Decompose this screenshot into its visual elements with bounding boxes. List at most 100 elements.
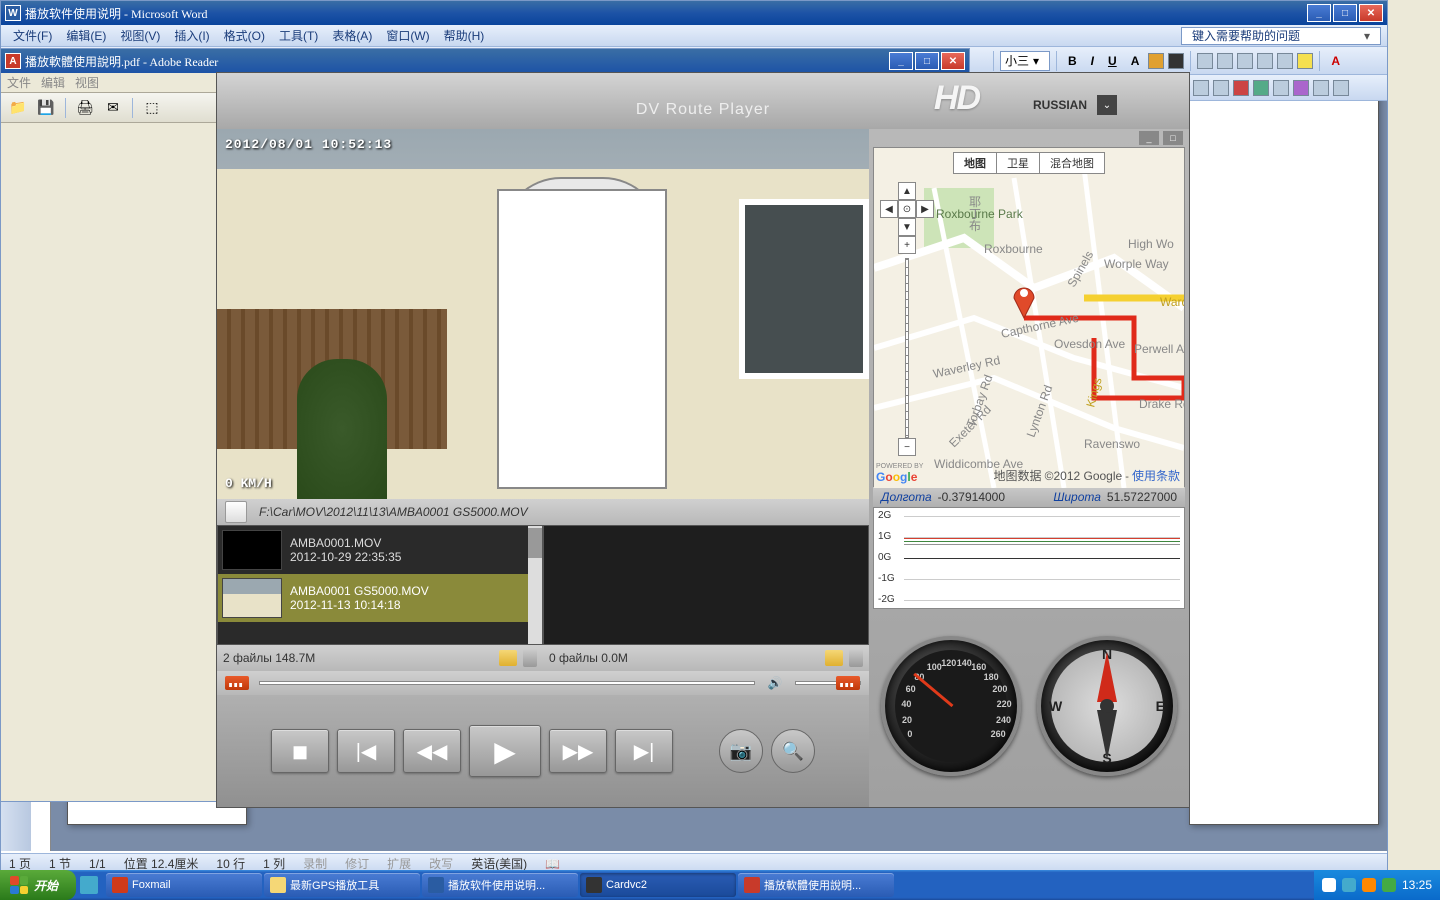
tray-icon[interactable] xyxy=(1362,878,1376,892)
zoom-slider[interactable] xyxy=(905,258,909,438)
tool-icon[interactable] xyxy=(1273,80,1289,96)
tool-icon[interactable] xyxy=(1213,80,1229,96)
pan-right-button[interactable]: ▶ xyxy=(916,200,934,218)
map-view[interactable]: 地图 卫星 混合地图 ▲ ◀ ⊙ ▶ ▼ + − xyxy=(873,147,1185,487)
word-page-right[interactable] xyxy=(1189,85,1379,825)
page-nav-icon[interactable]: ⬚ xyxy=(141,97,163,119)
delete-icon[interactable] xyxy=(849,649,863,667)
print-icon[interactable]: 🖨 xyxy=(74,97,96,119)
play-button[interactable]: ▶ xyxy=(469,725,541,777)
menu-table[interactable]: 表格(A) xyxy=(326,25,378,46)
font-color-button[interactable]: A xyxy=(1326,51,1345,71)
stop-button[interactable]: ◼ xyxy=(271,729,329,773)
rewind-button[interactable]: ◀◀ xyxy=(403,729,461,773)
align-button[interactable]: A xyxy=(1126,51,1145,71)
open-icon[interactable]: 📁 xyxy=(7,97,29,119)
target-file-list[interactable] xyxy=(543,525,869,645)
zoom-out-button[interactable]: − xyxy=(898,438,916,456)
snapshot-button[interactable]: 📷 xyxy=(719,729,763,773)
map-tab-map[interactable]: 地图 xyxy=(954,153,997,173)
close-button[interactable]: ✕ xyxy=(941,52,965,70)
tool-icon[interactable] xyxy=(1293,80,1309,96)
adobe-titlebar[interactable]: A 播放軟體使用說明.pdf - Adobe Reader _ □ ✕ xyxy=(1,49,969,73)
start-button[interactable]: 开始 xyxy=(0,870,76,900)
decrease-indent-icon[interactable] xyxy=(1257,53,1273,69)
map-tab-satellite[interactable]: 卫星 xyxy=(997,153,1040,173)
numbered-list-icon[interactable] xyxy=(1217,53,1233,69)
scrollbar[interactable] xyxy=(528,526,542,644)
status-book-icon[interactable]: 📖 xyxy=(545,857,560,871)
taskbar-task[interactable]: Foxmail xyxy=(106,873,262,897)
open-folder-icon[interactable] xyxy=(825,650,843,666)
tool-icon[interactable] xyxy=(1313,80,1329,96)
tray-icon[interactable] xyxy=(1382,878,1396,892)
language-dropdown-icon[interactable]: ⌄ xyxy=(1097,95,1117,115)
close-button[interactable]: ✕ xyxy=(1359,4,1383,22)
terms-link[interactable]: 使用条款 xyxy=(1132,469,1180,483)
bold-button[interactable]: B xyxy=(1063,51,1082,71)
taskbar-task[interactable]: Cardvc2 xyxy=(580,873,736,897)
panel-minimize-button[interactable]: _ xyxy=(1139,131,1159,145)
help-search-box[interactable]: 键入需要帮助的问题▾ xyxy=(1181,27,1381,45)
taskbar-task[interactable]: 播放软件使用说明... xyxy=(422,873,578,897)
delete-icon[interactable] xyxy=(523,649,537,667)
menu-view[interactable]: 视图(V) xyxy=(114,25,166,46)
menu-tools[interactable]: 工具(T) xyxy=(273,25,324,46)
fast-forward-button[interactable]: ▶▶ xyxy=(549,729,607,773)
menu-file[interactable]: 文件(F) xyxy=(7,25,58,46)
file-list-item[interactable]: AMBA0001.MOV 2012-10-29 22:35:35 xyxy=(218,526,542,574)
maximize-button[interactable]: □ xyxy=(1333,4,1357,22)
bullet-list-icon[interactable] xyxy=(1237,53,1253,69)
prev-track-button[interactable]: |◀ xyxy=(337,729,395,773)
map-tab-hybrid[interactable]: 混合地图 xyxy=(1040,153,1104,173)
next-track-button[interactable]: ▶| xyxy=(615,729,673,773)
menu-insert[interactable]: 插入(I) xyxy=(168,25,215,46)
adobe-menu-file[interactable]: 文件 xyxy=(7,74,31,91)
maximize-button[interactable]: □ xyxy=(915,52,939,70)
tool-icon[interactable] xyxy=(1253,80,1269,96)
volume-track[interactable]: ∎∎∎ xyxy=(795,681,861,685)
language-selector[interactable]: RUSSIAN ⌄ xyxy=(1033,95,1117,115)
char-border-icon[interactable] xyxy=(1148,53,1164,69)
speaker-icon[interactable]: 🔊 xyxy=(765,675,785,691)
source-file-list[interactable]: AMBA0001.MOV 2012-10-29 22:35:35 AMBA000… xyxy=(217,525,543,645)
word-titlebar[interactable]: W 播放软件使用说明 - Microsoft Word _ □ ✕ xyxy=(1,1,1387,25)
taskbar-task[interactable]: 最新GPS播放工具 xyxy=(264,873,420,897)
taskbar-task[interactable]: 播放軟體使用說明... xyxy=(738,873,894,897)
adobe-menu-edit[interactable]: 编辑 xyxy=(41,74,65,91)
volume-marker[interactable]: ∎∎∎ xyxy=(836,676,860,690)
open-folder-icon[interactable] xyxy=(499,650,517,666)
video-player[interactable]: 2012/08/01 10:52:13 0 KM/H xyxy=(217,129,869,499)
adobe-menu-view[interactable]: 视图 xyxy=(75,74,99,91)
pan-left-button[interactable]: ◀ xyxy=(880,200,898,218)
tool-icon[interactable] xyxy=(1233,80,1249,96)
underline-button[interactable]: U xyxy=(1103,51,1122,71)
font-size-dropdown[interactable]: 小三▾ xyxy=(1000,51,1050,71)
seek-position-marker[interactable]: ∎∎∎ xyxy=(225,676,249,690)
file-list-item[interactable]: AMBA0001 GS5000.MOV 2012-11-13 10:14:18 xyxy=(218,574,542,622)
panel-restore-button[interactable]: □ xyxy=(1163,131,1183,145)
menu-window[interactable]: 窗口(W) xyxy=(380,25,435,46)
highlight-icon[interactable] xyxy=(1297,53,1313,69)
save-icon[interactable]: 💾 xyxy=(35,97,57,119)
minimize-button[interactable]: _ xyxy=(1307,4,1331,22)
pan-home-button[interactable]: ⊙ xyxy=(898,200,916,218)
tray-icon[interactable] xyxy=(1322,878,1336,892)
tray-icon[interactable] xyxy=(1342,878,1356,892)
quick-launch-icon[interactable] xyxy=(80,876,98,894)
menu-format[interactable]: 格式(O) xyxy=(218,25,271,46)
zoom-in-button[interactable]: + xyxy=(898,236,916,254)
menu-edit[interactable]: 编辑(E) xyxy=(60,25,112,46)
pan-up-button[interactable]: ▲ xyxy=(898,182,916,200)
pan-down-button[interactable]: ▼ xyxy=(898,218,916,236)
tool-icon[interactable] xyxy=(1333,80,1349,96)
italic-button[interactable]: I xyxy=(1086,51,1099,71)
increase-indent-icon[interactable] xyxy=(1277,53,1293,69)
tray-clock[interactable]: 13:25 xyxy=(1402,878,1432,892)
tool-icon[interactable] xyxy=(1193,80,1209,96)
disk-icon[interactable] xyxy=(225,501,247,523)
zoom-button[interactable]: 🔍 xyxy=(771,729,815,773)
menu-help[interactable]: 帮助(H) xyxy=(438,25,491,46)
align-left-icon[interactable] xyxy=(1197,53,1213,69)
minimize-button[interactable]: _ xyxy=(889,52,913,70)
